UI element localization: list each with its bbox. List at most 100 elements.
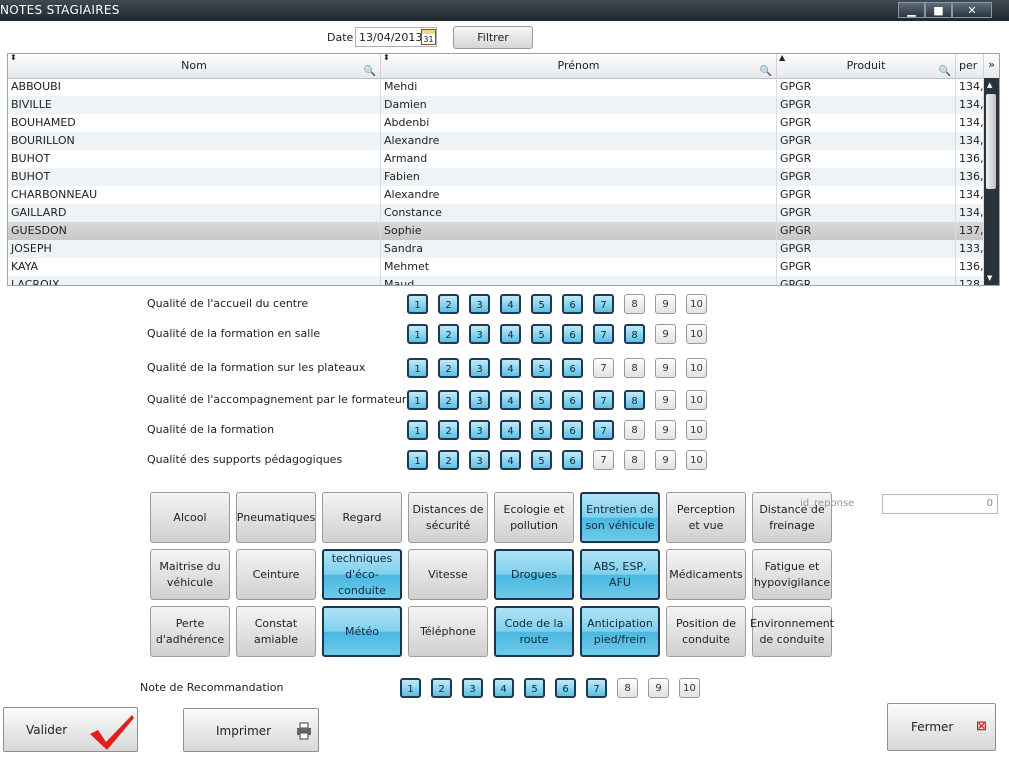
column-chooser-icon[interactable]: » — [984, 58, 999, 71]
rating-button-10[interactable]: 10 — [686, 294, 707, 314]
rating-button-4[interactable]: 4 — [500, 294, 521, 314]
rating-button-4[interactable]: 4 — [500, 450, 521, 470]
topic-tile[interactable]: Météo — [322, 606, 402, 657]
topic-tile[interactable]: Fatigue et hypovigilance — [752, 549, 832, 600]
table-row[interactable]: CHARBONNEAU Alexandre GPGR 134, — [8, 186, 984, 204]
rating-button-3[interactable]: 3 — [469, 324, 490, 344]
close-button[interactable]: Fermer ⊠ — [887, 703, 996, 751]
topic-tile[interactable]: Distances de sécurité — [408, 492, 488, 543]
column-header-nom[interactable]: ⬍ Nom 🔍 — [8, 54, 381, 78]
rating-button-3[interactable]: 3 — [469, 294, 490, 314]
rating-button-1[interactable]: 1 — [407, 358, 428, 378]
topic-tile[interactable]: Ecologie et pollution — [494, 492, 574, 543]
rating-button-5[interactable]: 5 — [531, 420, 552, 440]
column-header-prenom[interactable]: ⬍ Prénom 🔍 — [381, 54, 777, 78]
topic-tile[interactable]: Regard — [322, 492, 402, 543]
table-row[interactable]: BUHOT Fabien GPGR 136, — [8, 168, 984, 186]
scroll-thumb[interactable] — [986, 94, 996, 189]
table-row[interactable]: JOSEPH Sandra GPGR 133, — [8, 240, 984, 258]
rating-button-9[interactable]: 9 — [655, 324, 676, 344]
topic-tile[interactable]: ABS, ESP, AFU — [580, 549, 660, 600]
minimize-button[interactable]: ▁ — [898, 2, 925, 18]
topic-tile[interactable]: Maitrise du véhicule — [150, 549, 230, 600]
rating-button-9[interactable]: 9 — [655, 390, 676, 410]
vertical-scrollbar[interactable]: ▲ ▼ — [984, 78, 999, 285]
rating-button-8[interactable]: 8 — [624, 390, 645, 410]
rating-button-8[interactable]: 8 — [624, 294, 645, 314]
table-row[interactable]: BOURILLON Alexandre GPGR 134, — [8, 132, 984, 150]
rating-button-10[interactable]: 10 — [686, 450, 707, 470]
rating-button-10[interactable]: 10 — [686, 358, 707, 378]
table-row[interactable]: KAYA Mehmet GPGR 136, — [8, 258, 984, 276]
rating-button-5[interactable]: 5 — [531, 324, 552, 344]
topic-tile[interactable]: techniques d'éco-conduite — [322, 549, 402, 600]
topic-tile[interactable]: Vitesse — [408, 549, 488, 600]
rating-button-10[interactable]: 10 — [686, 324, 707, 344]
recommendation-button-5[interactable]: 5 — [524, 678, 545, 698]
recommendation-button-10[interactable]: 10 — [679, 678, 700, 698]
maximize-button[interactable]: ■ — [925, 2, 952, 18]
calendar-icon[interactable]: 31 — [421, 29, 436, 45]
rating-button-2[interactable]: 2 — [438, 358, 459, 378]
rating-button-8[interactable]: 8 — [624, 420, 645, 440]
close-window-button[interactable]: ✕ — [952, 2, 992, 18]
topic-tile[interactable]: Perte d'adhérence — [150, 606, 230, 657]
rating-button-1[interactable]: 1 — [407, 294, 428, 314]
rating-button-7[interactable]: 7 — [593, 324, 614, 344]
column-header-per[interactable]: per — [956, 54, 984, 78]
rating-button-6[interactable]: 6 — [562, 420, 583, 440]
rating-button-3[interactable]: 3 — [469, 450, 490, 470]
rating-button-5[interactable]: 5 — [531, 358, 552, 378]
rating-button-2[interactable]: 2 — [438, 324, 459, 344]
scroll-up-icon[interactable]: ▲ — [987, 81, 992, 89]
topic-tile[interactable]: Code de la route — [494, 606, 574, 657]
rating-button-2[interactable]: 2 — [438, 294, 459, 314]
rating-button-3[interactable]: 3 — [469, 420, 490, 440]
rating-button-4[interactable]: 4 — [500, 324, 521, 344]
id-reponse-field[interactable]: 0 — [882, 494, 998, 514]
rating-button-8[interactable]: 8 — [624, 324, 645, 344]
topic-tile[interactable]: Environnement de conduite — [750, 606, 834, 657]
rating-button-3[interactable]: 3 — [469, 358, 490, 378]
rating-button-6[interactable]: 6 — [562, 324, 583, 344]
rating-button-9[interactable]: 9 — [655, 420, 676, 440]
topic-tile[interactable]: Constat amiable — [236, 606, 316, 657]
table-row[interactable]: BIVILLE Damien GPGR 134, — [8, 96, 984, 114]
rating-button-2[interactable]: 2 — [438, 420, 459, 440]
recommendation-button-4[interactable]: 4 — [493, 678, 514, 698]
topic-tile[interactable]: Médicaments — [666, 549, 746, 600]
rating-button-5[interactable]: 5 — [531, 390, 552, 410]
rating-button-9[interactable]: 9 — [655, 358, 676, 378]
recommendation-button-2[interactable]: 2 — [431, 678, 452, 698]
rating-button-1[interactable]: 1 — [407, 450, 428, 470]
table-row[interactable]: GAILLARD Constance GPGR 134, — [8, 204, 984, 222]
topic-tile[interactable]: Drogues — [494, 549, 574, 600]
recommendation-button-1[interactable]: 1 — [400, 678, 421, 698]
rating-button-2[interactable]: 2 — [438, 450, 459, 470]
rating-button-4[interactable]: 4 — [500, 420, 521, 440]
rating-button-1[interactable]: 1 — [407, 420, 428, 440]
recommendation-button-7[interactable]: 7 — [586, 678, 607, 698]
rating-button-6[interactable]: 6 — [562, 358, 583, 378]
rating-button-6[interactable]: 6 — [562, 294, 583, 314]
topic-tile[interactable]: Position de conduite — [666, 606, 746, 657]
rating-button-4[interactable]: 4 — [500, 358, 521, 378]
recommendation-button-3[interactable]: 3 — [462, 678, 483, 698]
topic-tile[interactable]: Perception et vue — [666, 492, 746, 543]
date-field[interactable]: 13/04/2013 31 — [355, 27, 437, 47]
topic-tile[interactable]: Anticipation pied/frein — [580, 606, 660, 657]
rating-button-7[interactable]: 7 — [593, 358, 614, 378]
print-button[interactable]: Imprimer — [183, 708, 319, 752]
scroll-down-icon[interactable]: ▼ — [987, 274, 992, 282]
rating-button-10[interactable]: 10 — [686, 420, 707, 440]
topic-tile[interactable]: Téléphone — [408, 606, 488, 657]
rating-button-3[interactable]: 3 — [469, 390, 490, 410]
rating-button-10[interactable]: 10 — [686, 390, 707, 410]
rating-button-6[interactable]: 6 — [562, 390, 583, 410]
column-header-produit[interactable]: ▲ Produit 🔍 — [777, 54, 956, 78]
rating-button-9[interactable]: 9 — [655, 450, 676, 470]
rating-button-5[interactable]: 5 — [531, 450, 552, 470]
recommendation-button-8[interactable]: 8 — [617, 678, 638, 698]
rating-button-7[interactable]: 7 — [593, 294, 614, 314]
table-row[interactable]: GUESDON Sophie GPGR 137, — [8, 222, 984, 240]
